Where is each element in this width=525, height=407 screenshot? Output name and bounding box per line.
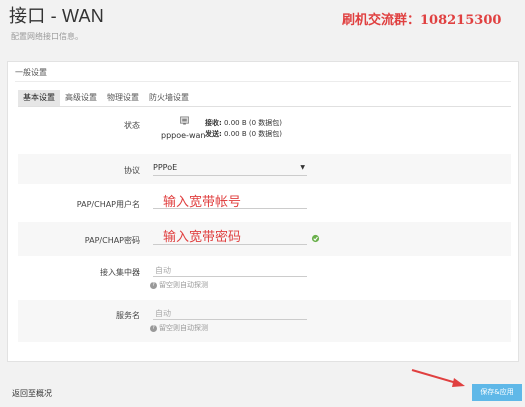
protocol-select[interactable]: PPPoE ▼ [153,163,307,176]
tab-physical[interactable]: 物理设置 [102,90,144,106]
general-settings-section: 一般设置 基本设置 高级设置 物理设置 防火墙设置 状态 pppoe-wan 接… [7,61,519,362]
reveal-password-icon[interactable] [311,234,320,243]
section-divider [15,81,511,82]
settings-tabs: 基本设置 高级设置 物理设置 防火墙设置 [18,90,194,106]
concentrator-hint-text: 留空则自动探测 [159,281,208,289]
concentrator-row: 接入集中器 ?留空则自动探测 [18,258,511,298]
status-row: 状态 pppoe-wan 接收: 0.00 B (0 数据包) 发送: 0.00… [18,112,511,152]
service-hint-text: 留空则自动探测 [159,324,208,332]
username-row: PAP/CHAP用户名 输入宽带帐号 [18,186,511,220]
traffic-stats: 接收: 0.00 B (0 数据包) 发送: 0.00 B (0 数据包) [205,118,282,140]
username-label: PAP/CHAP用户名 [76,200,140,209]
network-port-icon [180,116,189,125]
service-field[interactable] [153,307,307,320]
protocol-value: PPPoE [153,163,178,172]
tab-advanced[interactable]: 高级设置 [60,90,102,106]
tx-value: 0.00 B (0 数据包) [221,130,283,138]
tx-label: 发送: [205,130,222,138]
password-row: PAP/CHAP密码 输入宽带密码 [18,222,511,256]
service-row: 服务名 ?留空则自动探测 [18,300,511,342]
rx-value: 0.00 B (0 数据包) [221,119,283,127]
help-icon: ? [150,324,157,332]
concentrator-hint: ? 留空则自动探测 [150,280,208,290]
save-apply-button[interactable]: 保存&应用 [472,384,522,401]
tab-firewall[interactable]: 防火墙设置 [144,90,194,106]
protocol-label: 协议 [124,166,140,175]
concentrator-field[interactable] [153,264,307,277]
chevron-down-icon: ▼ [300,164,305,171]
password-label: PAP/CHAP密码 [84,236,140,245]
tabs-divider [18,106,511,107]
status-label: 状态 [124,121,140,130]
annotation-arrow-icon [411,369,465,387]
back-to-overview-link[interactable]: 返回至概况 [12,388,52,399]
protocol-row: 协议 PPPoE ▼ [18,154,511,184]
section-legend: 一般设置 [15,68,47,77]
tab-basic[interactable]: 基本设置 [18,90,60,106]
rx-label: 接收: [205,119,222,127]
help-icon: ? [150,281,157,289]
username-field[interactable] [153,196,307,209]
page-title: 接口 - WAN [9,6,104,26]
password-field[interactable] [153,232,307,245]
service-label: 服务名 [116,311,140,320]
interface-name: pppoe-wan [161,131,206,140]
concentrator-label: 接入集中器 [100,268,140,277]
page-subtitle: 配置网络接口信息。 [11,32,83,41]
promo-banner: 刷机交流群：108215300 [342,13,502,28]
service-hint: ? 留空则自动探测 [150,323,208,333]
